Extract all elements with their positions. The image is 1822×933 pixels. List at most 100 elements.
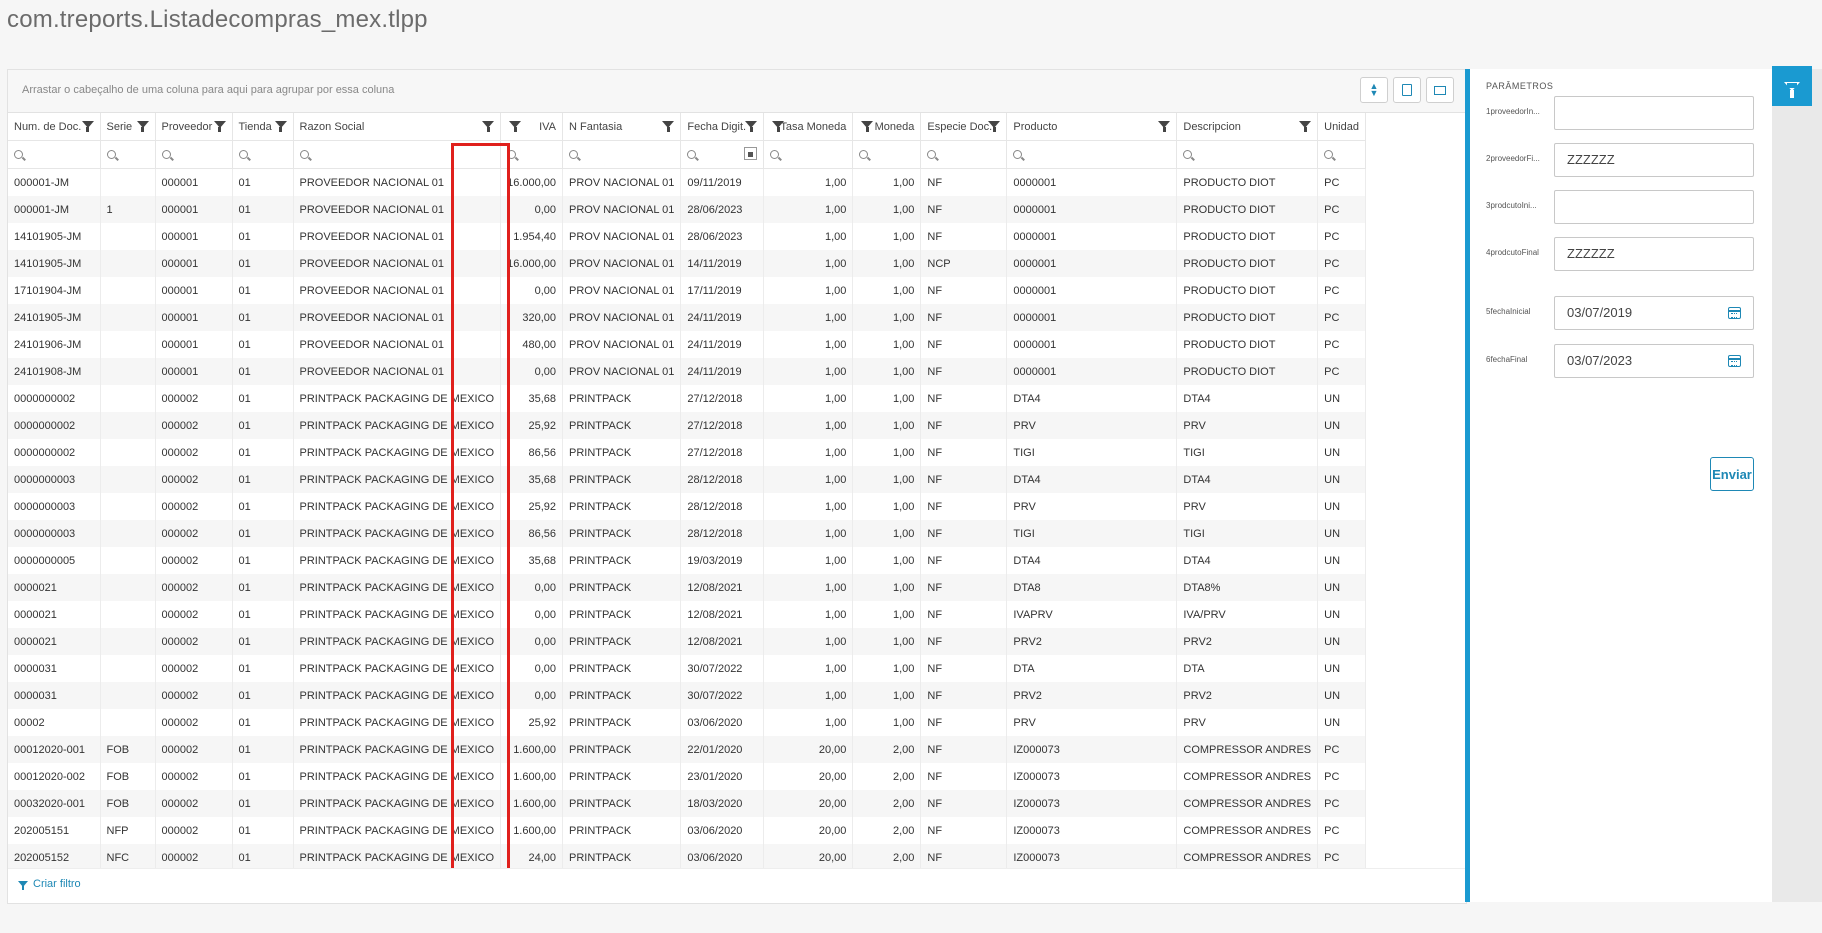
column-header-n-fantasia[interactable]: N Fantasia [562, 113, 682, 141]
column-search-cell[interactable] [920, 140, 1008, 169]
submit-button[interactable]: Enviar [1710, 457, 1754, 491]
table-cell: DTA4 [1176, 466, 1319, 493]
table-cell: 320,00 [500, 304, 564, 331]
table-row[interactable]: 14101905-JM 000001 01 PROVEEDOR NACIONAL 01… [8, 250, 1366, 277]
table-row[interactable]: 24101908-JM 000001 01 PROVEEDOR NACIONAL 01… [8, 358, 1366, 385]
table-row[interactable]: 000001-JM 000001 01 PROVEEDOR NACIONAL 01 16… [8, 168, 1366, 196]
table-row[interactable]: 0000000002 000002 01 PRINTPACK PACKAGING DE… [8, 385, 1366, 412]
table-row[interactable]: 0000021 000002 01 PRINTPACK PACKAGING DE ME… [8, 601, 1366, 628]
table-row[interactable]: 00002 000002 01 PRINTPACK PACKAGING DE MEXI… [8, 709, 1366, 736]
table-row[interactable]: 24101906-JM 000001 01 PROVEEDOR NACIONAL 01… [8, 331, 1366, 358]
table-row[interactable]: 0000000003 000002 01 PRINTPACK PACKAGING DE… [8, 520, 1366, 547]
table-cell: 1,00 [852, 331, 922, 358]
column-header-serie[interactable]: Serie [100, 113, 156, 141]
column-header-producto[interactable]: Producto [1006, 113, 1178, 141]
column-search-cell[interactable] [500, 140, 564, 169]
column-search-cell[interactable] [293, 140, 502, 169]
filter-icon[interactable] [988, 121, 1001, 132]
proveedor-inicial-input[interactable] [1554, 96, 1754, 130]
column-header-razon-social[interactable]: Razon Social [293, 113, 502, 141]
filter-icon[interactable] [1299, 121, 1312, 132]
table-row[interactable]: 17101904-JM 000001 01 PROVEEDOR NACIONAL 01… [8, 277, 1366, 304]
calendar-icon[interactable] [1728, 307, 1741, 319]
filter-icon[interactable] [662, 121, 675, 132]
filter-icon[interactable] [213, 121, 226, 132]
table-row[interactable]: 24101905-JM 000001 01 PROVEEDOR NACIONAL 01… [8, 304, 1366, 331]
column-search-cell[interactable] [763, 140, 854, 169]
filter-icon[interactable] [274, 121, 287, 132]
table-row[interactable]: 00012020-002 FOB 000002 01 PRINTPACK PACKAGI… [8, 763, 1366, 790]
column-search-cell[interactable] [232, 140, 294, 169]
producto-inicial-input[interactable] [1554, 190, 1754, 224]
table-cell: DTA4 [1006, 547, 1178, 574]
filter-icon[interactable] [772, 121, 785, 132]
table-cell: 12/08/2021 [680, 601, 765, 628]
column-header-moneda[interactable]: Moneda [852, 113, 922, 141]
column-search-cell[interactable] [1006, 140, 1178, 169]
table-row[interactable]: 0000000002 000002 01 PRINTPACK PACKAGING DE… [8, 439, 1366, 466]
table-cell: 01 [232, 168, 294, 196]
table-cell: 000002 [155, 628, 233, 655]
producto-final-input[interactable]: ZZZZZZ [1554, 237, 1754, 271]
table-cell: 0000000005 [8, 547, 101, 574]
export-csv-button[interactable] [1393, 77, 1421, 103]
table-cell: 1,00 [852, 709, 922, 736]
filter-icon[interactable] [482, 121, 495, 132]
sort-toggle-button[interactable]: ▲ ▼ [1360, 77, 1388, 103]
table-cell: IVA/PRV [1176, 601, 1319, 628]
table-row[interactable]: 0000000003 000002 01 PRINTPACK PACKAGING DE… [8, 466, 1366, 493]
column-header-tasa-moneda[interactable]: Tasa Moneda [763, 113, 854, 141]
filter-panel-toggle[interactable] [1772, 66, 1812, 106]
column-header-especie-doc[interactable]: Especie Doc. [920, 113, 1008, 141]
column-search-cell[interactable] [852, 140, 922, 169]
table-cell: 01 [232, 412, 294, 439]
filter-icon[interactable] [509, 121, 522, 132]
column-search-cell[interactable] [1317, 140, 1366, 169]
table-cell: NF [920, 736, 1008, 763]
table-row[interactable]: 202005151 NFP 000002 01 PRINTPACK PACKAGING … [8, 817, 1366, 844]
column-header-iva[interactable]: IVA [500, 113, 564, 141]
column-header-proveedor[interactable]: Proveedor [155, 113, 233, 141]
column-search-cell[interactable] [680, 140, 765, 169]
column-header-num-doc[interactable]: Num. de Doc. [8, 113, 101, 141]
column-header-tienda[interactable]: Tienda [232, 113, 294, 141]
table-row[interactable]: 14101905-JM 000001 01 PROVEEDOR NACIONAL 01… [8, 223, 1366, 250]
fecha-final-input[interactable]: 03/07/2023 [1554, 344, 1754, 378]
column-header-descripcion[interactable]: Descripcion [1176, 113, 1319, 141]
table-row[interactable]: 202005152 NFC 000002 01 PRINTPACK PACKAGING … [8, 844, 1366, 868]
filter-icon[interactable] [136, 121, 149, 132]
filter-icon[interactable] [745, 121, 758, 132]
column-search-cell[interactable] [1176, 140, 1319, 169]
table-row[interactable]: 0000021 000002 01 PRINTPACK PACKAGING DE ME… [8, 574, 1366, 601]
column-search-cell[interactable] [562, 140, 682, 169]
table-row[interactable]: 0000031 000002 01 PRINTPACK PACKAGING DE ME… [8, 655, 1366, 682]
group-by-bar[interactable]: Arrastar o cabeçalho de uma coluna para … [8, 70, 1466, 113]
table-cell: 000001 [155, 168, 233, 196]
proveedor-final-input[interactable]: ZZZZZZ [1554, 143, 1754, 177]
table-row[interactable]: 0000000002 000002 01 PRINTPACK PACKAGING DE… [8, 412, 1366, 439]
table-row[interactable]: 00012020-001 FOB 000002 01 PRINTPACK PACKAGI… [8, 736, 1366, 763]
column-search-cell[interactable] [100, 140, 156, 169]
filter-icon[interactable] [81, 121, 94, 132]
calendar-icon[interactable] [744, 147, 758, 160]
fecha-inicial-input[interactable]: 03/07/2019 [1554, 296, 1754, 330]
calendar-icon[interactable] [1728, 355, 1741, 367]
column-search-cell[interactable] [155, 140, 233, 169]
table-row[interactable]: 0000031 000002 01 PRINTPACK PACKAGING DE ME… [8, 682, 1366, 709]
column-header-unidad[interactable]: Unidad [1317, 113, 1366, 141]
table-cell: 0000001 [1006, 277, 1178, 304]
filter-icon[interactable] [1158, 121, 1171, 132]
export-screen-button[interactable] [1426, 77, 1454, 103]
filter-icon[interactable] [861, 121, 874, 132]
table-row[interactable]: 00032020-001 FOB 000002 01 PRINTPACK PACKAGI… [8, 790, 1366, 817]
table-row[interactable]: 0000021 000002 01 PRINTPACK PACKAGING DE ME… [8, 628, 1366, 655]
csv-file-icon [1402, 84, 1412, 96]
column-search-cell[interactable] [8, 140, 101, 169]
table-row[interactable]: 0000000005 000002 01 PRINTPACK PACKAGING DE… [8, 547, 1366, 574]
table-row[interactable]: 0000000003 000002 01 PRINTPACK PACKAGING DE… [8, 493, 1366, 520]
column-header-fecha-digit[interactable]: Fecha Digit. [680, 113, 765, 141]
table-cell: PRINTPACK [562, 655, 682, 682]
table-cell: 1.600,00 [500, 736, 564, 763]
create-filter-link[interactable]: Criar filtro [18, 878, 81, 890]
table-row[interactable]: 000001-JM 1 000001 01 PROVEEDOR NACIONAL 01 0… [8, 196, 1366, 223]
